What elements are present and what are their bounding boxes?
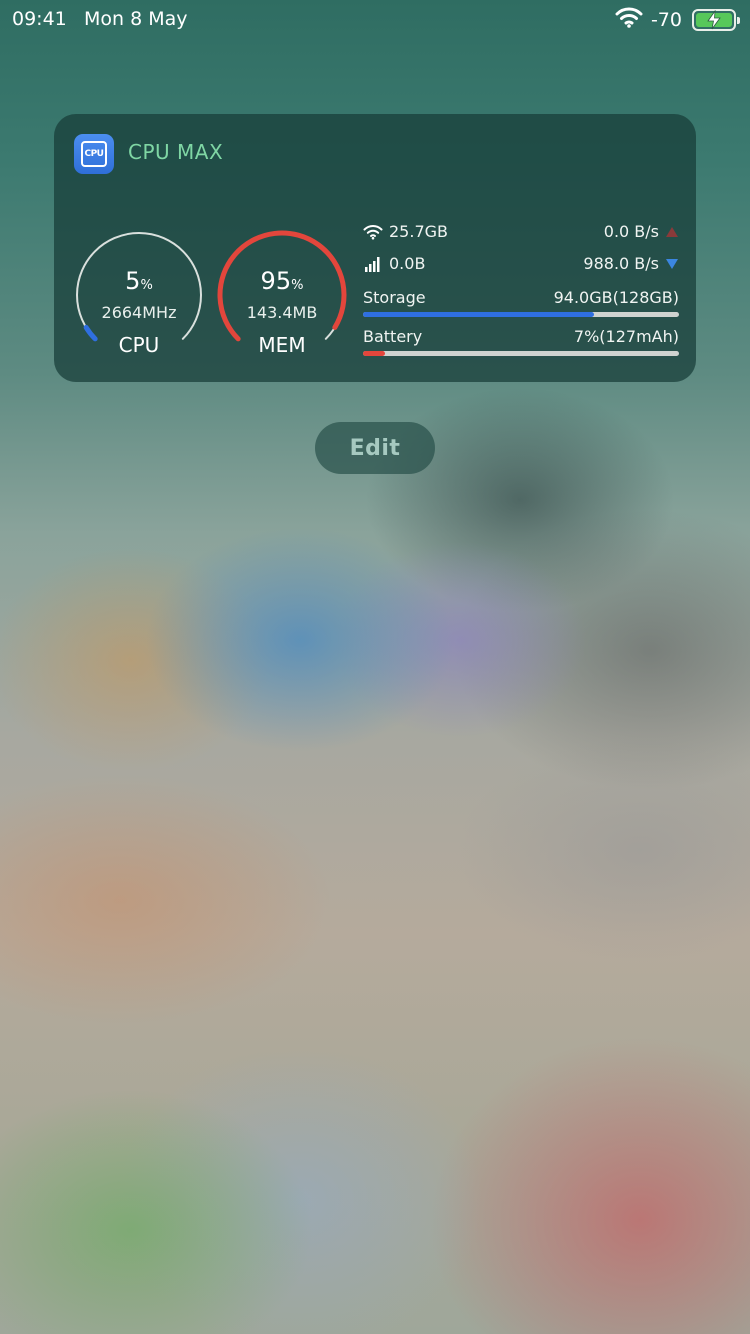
- wifi-total: 25.7GB: [389, 222, 448, 241]
- signal-strength: -70: [650, 8, 682, 31]
- edit-button[interactable]: Edit: [315, 422, 435, 474]
- storage-bar-fill: [363, 312, 594, 317]
- mem-used: 143.4MB: [246, 303, 318, 322]
- battery-row: Battery 7%(127mAh): [363, 327, 679, 349]
- status-bar: 09:41 Mon 8 May -70: [0, 0, 750, 40]
- battery-label: Battery: [363, 327, 423, 346]
- download-arrow-icon: [666, 258, 678, 269]
- status-date: Mon 8 May: [84, 8, 188, 30]
- cpu-label: CPU: [118, 333, 160, 357]
- app-icon: CPU: [74, 134, 114, 174]
- cpu-chip-icon: CPU: [81, 141, 107, 167]
- wifi-row: 25.7GB 0.0 B/s: [363, 222, 679, 244]
- upload-arrow-icon: [666, 226, 678, 237]
- storage-label: Storage: [363, 288, 426, 307]
- cpu-percent: 5%: [125, 267, 153, 295]
- battery-value: 7%(127mAh): [573, 327, 679, 346]
- upload-speed: 0.0 B/s: [603, 222, 659, 241]
- battery-bar-fill: [363, 351, 386, 356]
- cpu-max-widget[interactable]: CPU CPU MAX 5% 2664MHz CPU 95% 143.4MB M…: [54, 114, 696, 382]
- cpu-gauge: 5% 2664MHz CPU: [69, 229, 209, 369]
- charging-bolt-icon: [707, 9, 721, 29]
- mem-label: MEM: [258, 333, 306, 357]
- battery-icon: [692, 8, 740, 31]
- status-right: -70: [615, 6, 740, 33]
- battery-bar: [363, 351, 679, 356]
- download-speed: 988.0 B/s: [583, 254, 659, 273]
- mem-percent: 95%: [260, 267, 304, 295]
- app-title: CPU MAX: [128, 140, 224, 164]
- wifi-icon: [615, 6, 643, 33]
- storage-row: Storage 94.0GB(128GB): [363, 288, 679, 310]
- cellular-signal-icon: [365, 256, 380, 272]
- storage-bar: [363, 312, 679, 317]
- wifi-icon: [363, 224, 383, 239]
- status-time: 09:41: [12, 8, 67, 30]
- cellular-row: 0.0B 988.0 B/s: [363, 254, 679, 276]
- cellular-total: 0.0B: [389, 254, 426, 273]
- cpu-frequency: 2664MHz: [101, 303, 177, 322]
- mem-gauge: 95% 143.4MB MEM: [212, 229, 352, 369]
- storage-value: 94.0GB(128GB): [553, 288, 679, 307]
